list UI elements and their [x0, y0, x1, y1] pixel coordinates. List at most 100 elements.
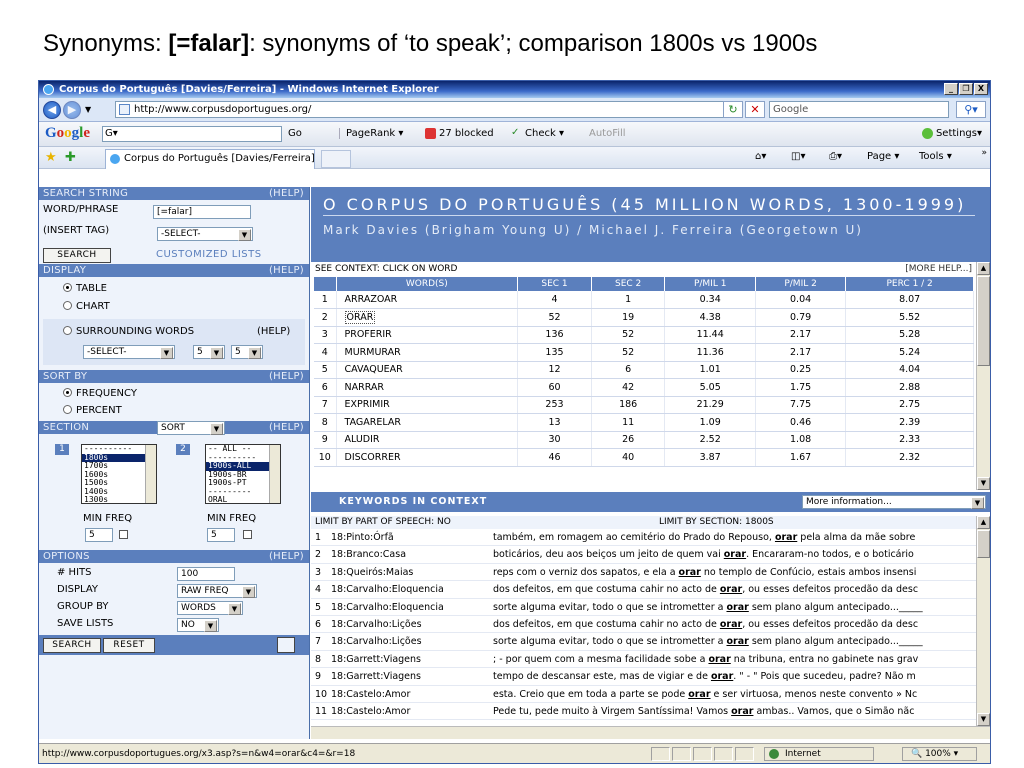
- word-link[interactable]: ORAR: [344, 310, 376, 324]
- word-link[interactable]: CAVAQUEAR: [345, 364, 403, 375]
- home-icon[interactable]: ⌂▾: [755, 151, 766, 162]
- history-dropdown-icon[interactable]: ▼: [85, 105, 91, 114]
- add-favorite-icon[interactable]: ✚: [65, 150, 76, 165]
- word-link[interactable]: ALUDIR: [345, 434, 380, 445]
- search-button[interactable]: SEARCH: [43, 248, 111, 263]
- kwic-source-link[interactable]: 18:Carvalho:Lições: [331, 633, 422, 650]
- pagerank-button[interactable]: PageRank ▾: [339, 128, 403, 139]
- kwic-source-link[interactable]: 18:Pinto:Órfã: [331, 529, 394, 546]
- display-option-select[interactable]: RAW FREQ: [177, 584, 257, 598]
- help-link[interactable]: (HELP): [269, 421, 304, 434]
- scroll-thumb[interactable]: [977, 276, 990, 366]
- save-lists-select[interactable]: NO: [177, 618, 219, 632]
- close-button[interactable]: X: [974, 83, 988, 95]
- kwic-source-link[interactable]: 18:Carvalho:Lições: [331, 616, 422, 633]
- page-menu[interactable]: Page ▾: [867, 151, 899, 162]
- kwic-keyword[interactable]: orar: [726, 602, 748, 613]
- word-link[interactable]: EXPRIMIR: [345, 399, 390, 410]
- kwic-hscrollbar[interactable]: [311, 726, 990, 739]
- scroll-down-icon[interactable]: ▼: [977, 477, 990, 490]
- customized-lists-link[interactable]: CUSTOMIZED LISTS: [156, 249, 262, 260]
- help-link[interactable]: (HELP): [269, 264, 304, 277]
- kwic-source-link[interactable]: 18:Castelo:Amor: [331, 686, 410, 703]
- help-link[interactable]: (HELP): [269, 187, 304, 200]
- kwic-scrollbar[interactable]: ▲ ▼: [976, 516, 990, 726]
- word-link[interactable]: PROFERIR: [345, 329, 392, 340]
- group-by-select[interactable]: WORDS: [177, 601, 243, 615]
- min-freq-2-checkbox[interactable]: [243, 530, 252, 539]
- stop-icon[interactable]: ✕: [745, 101, 765, 118]
- google-go-button[interactable]: Go: [288, 128, 302, 139]
- min-freq-1-input[interactable]: 5: [85, 528, 113, 542]
- scroll-up-icon[interactable]: ▲: [977, 516, 990, 529]
- kwic-source-link[interactable]: 18:Castelo:Amor: [331, 703, 410, 720]
- back-arrow-icon[interactable]: ◀: [43, 101, 61, 119]
- surrounding-left-select[interactable]: 5: [193, 345, 225, 359]
- kwic-source-link[interactable]: 18:Queirós:Maias: [331, 564, 413, 581]
- help-link[interactable]: (HELP): [269, 370, 304, 383]
- word-link[interactable]: NARRAR: [345, 382, 385, 393]
- restore-button[interactable]: ❐: [959, 83, 973, 95]
- more-help-link[interactable]: [MORE HELP...]: [905, 262, 972, 277]
- hits-input[interactable]: 100: [177, 567, 235, 581]
- scroll-up-icon[interactable]: ▲: [977, 262, 990, 275]
- sort-frequency-radio[interactable]: FREQUENCY: [63, 388, 137, 399]
- section-sort-select[interactable]: SORT: [157, 421, 225, 435]
- reset-button[interactable]: RESET: [103, 638, 155, 653]
- surrounding-select[interactable]: -SELECT-: [83, 345, 175, 359]
- scroll-thumb[interactable]: [977, 530, 990, 558]
- search-icon[interactable]: ⚲▾: [956, 101, 986, 118]
- kwic-source-link[interactable]: 18:Garrett:Viagens: [331, 651, 421, 668]
- kwic-keyword[interactable]: orar: [679, 567, 701, 578]
- kwic-keyword[interactable]: orar: [731, 706, 753, 717]
- settings-button[interactable]: Settings▾: [921, 128, 982, 139]
- word-link[interactable]: MURMURAR: [345, 347, 401, 358]
- kwic-keyword[interactable]: orar: [720, 619, 742, 630]
- section-2-listbox[interactable]: -- ALL -- ---------- 1900s-ALL 1900s-BR …: [205, 444, 281, 504]
- refresh-icon[interactable]: ↻: [723, 101, 743, 118]
- more-icon[interactable]: »: [981, 148, 987, 158]
- section-1-listbox[interactable]: ---------- 1800s 1700s 1600s 1500s 1400s…: [81, 444, 157, 504]
- autofill-button[interactable]: AutoFill: [575, 128, 626, 139]
- help-link[interactable]: (HELP): [257, 326, 290, 337]
- display-table-radio[interactable]: TABLE: [63, 283, 107, 294]
- kwic-keyword[interactable]: orar: [724, 549, 746, 560]
- minimize-button[interactable]: _: [944, 83, 958, 95]
- surrounding-right-select[interactable]: 5: [231, 345, 263, 359]
- spellcheck-button[interactable]: ✓ Check ▾: [511, 127, 564, 139]
- zoom-control[interactable]: 🔍 100% ▾: [902, 747, 977, 761]
- surrounding-words-radio[interactable]: SURROUNDING WORDS: [63, 326, 194, 337]
- search-submit-button[interactable]: SEARCH: [43, 638, 101, 653]
- kwic-keyword[interactable]: orar: [688, 689, 710, 700]
- kwic-keyword[interactable]: orar: [720, 584, 742, 595]
- tools-menu[interactable]: Tools ▾: [919, 151, 952, 162]
- min-freq-1-checkbox[interactable]: [119, 530, 128, 539]
- search-input[interactable]: Google: [769, 101, 949, 118]
- kwic-source-link[interactable]: 18:Branco:Casa: [331, 546, 406, 563]
- kwic-source-link[interactable]: 18:Carvalho:Eloquencia: [331, 581, 444, 598]
- feeds-icon[interactable]: ◫▾: [791, 151, 805, 162]
- tab-corpus[interactable]: Corpus do Português [Davies/Ferreira]: [105, 149, 315, 169]
- listbox-scrollbar[interactable]: [145, 445, 156, 503]
- kwic-keyword[interactable]: orar: [711, 671, 733, 682]
- more-info-select[interactable]: More information...: [802, 495, 986, 509]
- url-input[interactable]: http://www.corpusdoportugues.org/: [115, 101, 727, 118]
- kwic-source-link[interactable]: 18:Carvalho:Eloquencia: [331, 599, 444, 616]
- word-phrase-input[interactable]: [=falar]: [153, 205, 251, 219]
- forward-arrow-icon[interactable]: ▶: [63, 101, 81, 119]
- min-freq-2-input[interactable]: 5: [207, 528, 235, 542]
- frequency-scrollbar[interactable]: ▲ ▼: [976, 262, 990, 490]
- help-link[interactable]: (HELP): [269, 550, 304, 563]
- google-search-select[interactable]: G▾: [102, 126, 282, 142]
- kwic-keyword[interactable]: orar: [775, 532, 797, 543]
- scroll-down-icon[interactable]: ▼: [977, 713, 990, 726]
- word-link[interactable]: TAGARELAR: [345, 417, 401, 428]
- kwic-keyword[interactable]: orar: [726, 636, 748, 647]
- favorites-star-icon[interactable]: ★: [45, 150, 57, 165]
- popup-blocked-button[interactable]: 27 blocked: [425, 128, 494, 139]
- sort-percent-radio[interactable]: PERCENT: [63, 405, 122, 416]
- print-icon[interactable]: ⎙▾: [829, 151, 842, 162]
- options-toggle-button[interactable]: [277, 637, 295, 653]
- kwic-source-link[interactable]: 18:Garrett:Viagens: [331, 668, 421, 685]
- word-link[interactable]: DISCORRER: [345, 452, 401, 463]
